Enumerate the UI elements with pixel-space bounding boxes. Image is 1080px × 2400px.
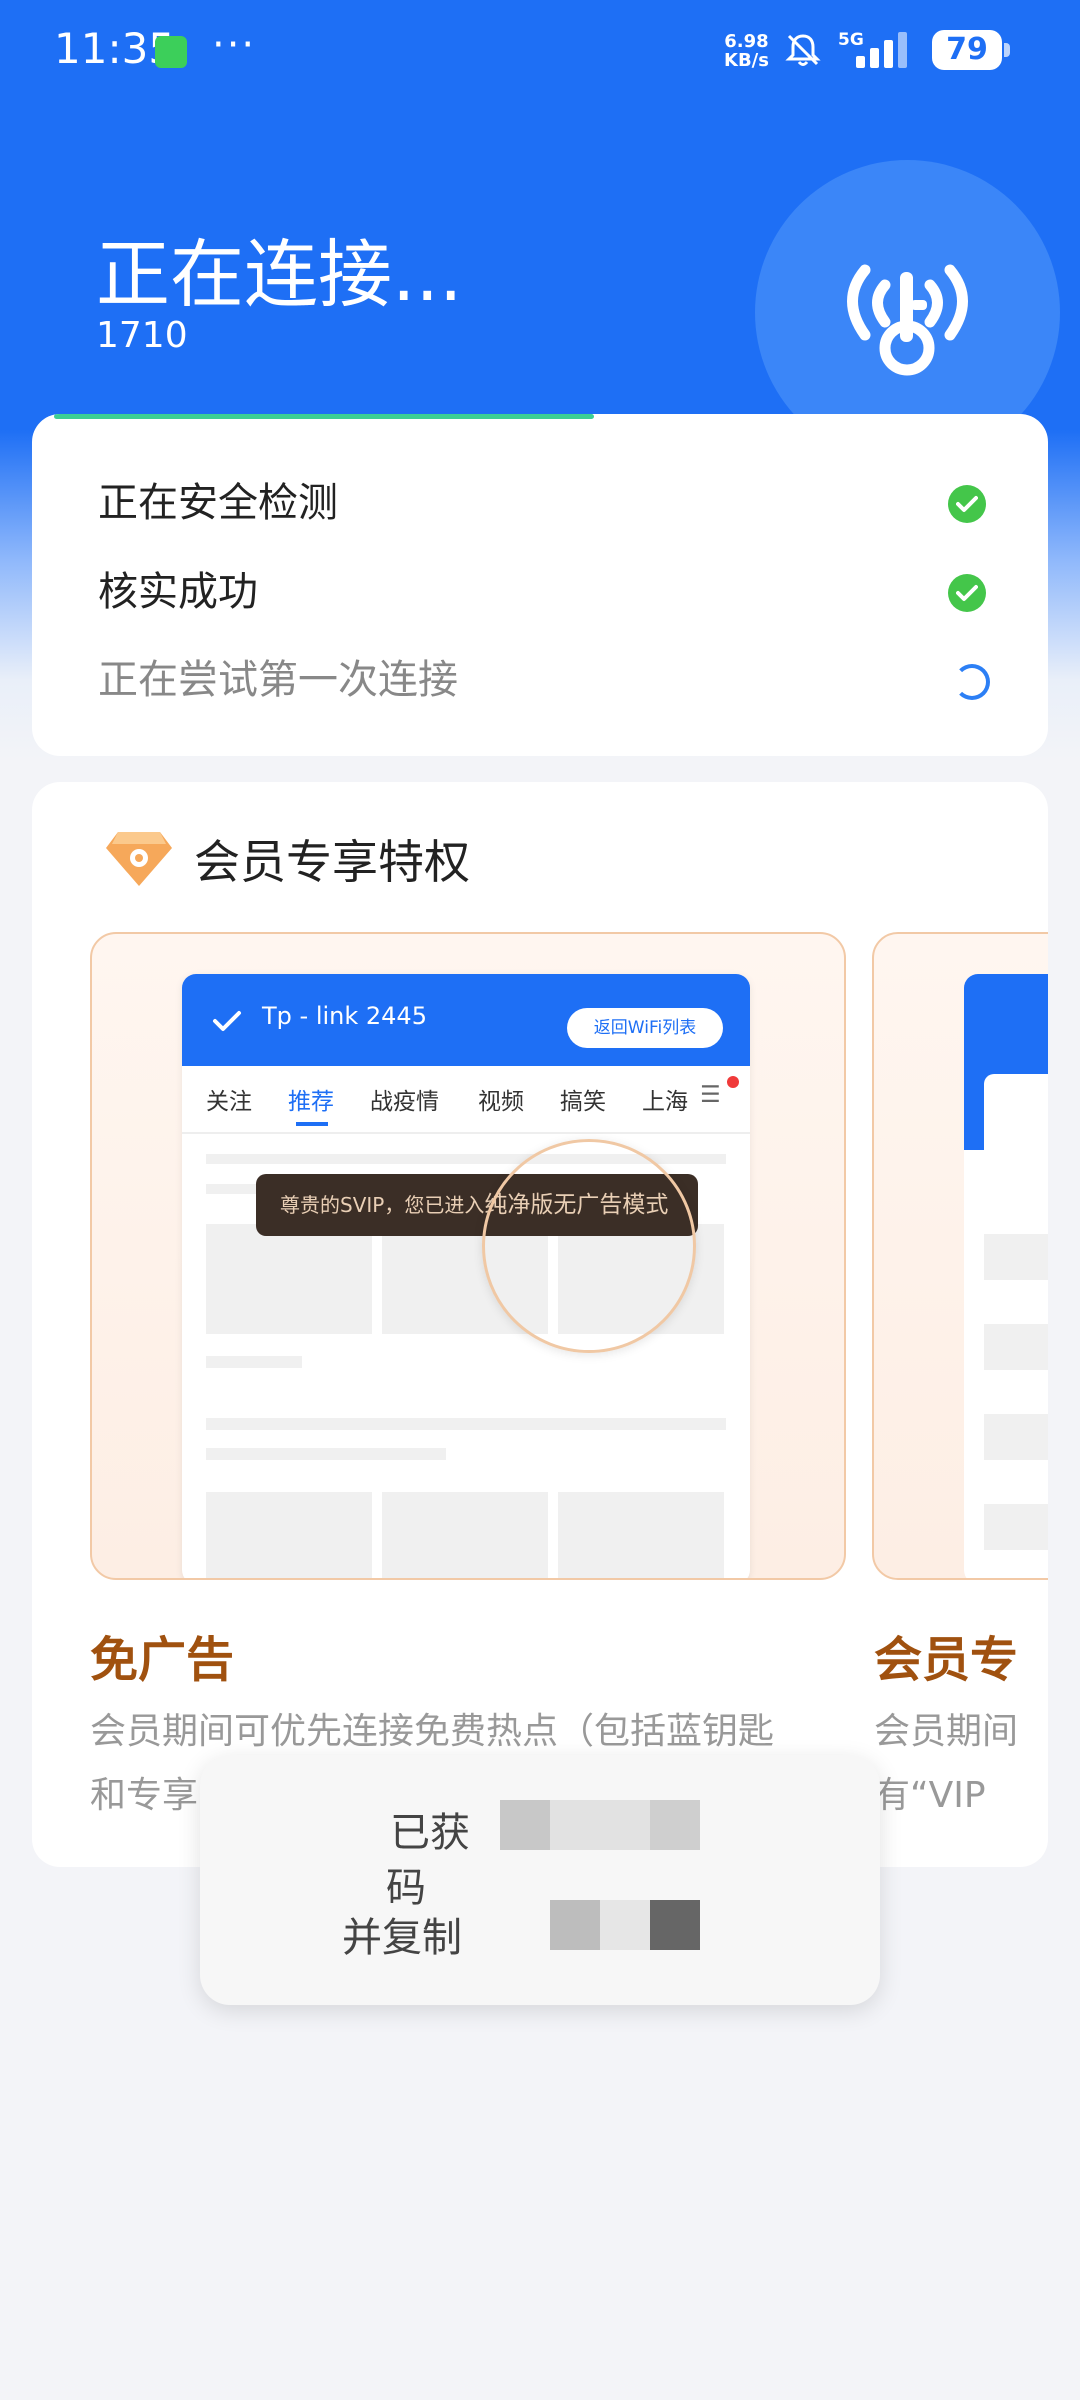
mock-tab: 上海 (642, 1089, 688, 1115)
feature-preview-mock (964, 974, 1048, 1578)
connection-steps-card: 正在安全检测 核实成功 正在尝试第一次连接 (32, 414, 1048, 756)
speed-unit: KB/s (724, 50, 769, 71)
check-mark-icon (213, 1011, 241, 1031)
vip-section-title: 会员专享特权 (194, 835, 470, 889)
mock-placeholder (206, 1418, 726, 1430)
feature-card-no-ads[interactable]: Tp - link 2445 返回WiFi列表 关注 推荐 战疫情 视频 搞笑 … (90, 932, 846, 1580)
mock-placeholder (206, 1356, 302, 1368)
mute-bell-icon (785, 34, 821, 66)
connection-progress-bar (54, 414, 594, 419)
mock-placeholder (984, 1504, 1048, 1550)
mock-tabs: 关注 推荐 战疫情 视频 搞笑 上海 ☰ (182, 1076, 750, 1118)
mock-divider (182, 1132, 750, 1134)
mock-tab: 关注 (206, 1089, 252, 1115)
mock-red-dot (727, 1076, 739, 1088)
mock-placeholder (558, 1492, 724, 1578)
more-notifications-icon: ··· (212, 22, 257, 68)
mock-menu-icon: ☰ (700, 1082, 721, 1108)
redacted-block (650, 1800, 700, 1850)
diamond-icon (106, 832, 172, 886)
feature-desc-vip: 会员期间 有“VIP (874, 1700, 1048, 1828)
feature-desc-line: 会员期间 (874, 1711, 1019, 1752)
mock-tab-active: 推荐 (288, 1089, 334, 1115)
mock-tab: 视频 (478, 1089, 524, 1115)
redacted-block (550, 1800, 650, 1850)
feature-card-vip-exclusive[interactable] (872, 932, 1048, 1580)
redacted-block (550, 1900, 600, 1950)
vpn-icon (155, 36, 187, 68)
magnifier-circle (482, 1139, 696, 1353)
vip-privileges-card: 会员专享特权 Tp - link 2445 返回WiFi列表 关注 推荐 战疫情… (32, 782, 1048, 1867)
page-subtitle: 1710 (96, 315, 188, 356)
check-icon (948, 485, 986, 523)
feature-name-vip: 会员专 (874, 1632, 1019, 1688)
mock-placeholder (206, 1492, 372, 1578)
feature-name-no-ads: 免广告 (90, 1632, 235, 1688)
redacted-block (650, 1900, 700, 1950)
mock-ssid: Tp - link 2445 (262, 1002, 427, 1030)
mock-placeholder (984, 1414, 1048, 1460)
tooltip-prefix: 尊贵的SVIP，您已进入 (280, 1193, 485, 1217)
toast-message: 已获 码 并复制 (200, 1755, 880, 2005)
speed-value: 6.98 (724, 31, 769, 52)
mock-tab: 战疫情 (370, 1089, 439, 1115)
redacted-block (500, 1800, 550, 1850)
redacted-block (600, 1900, 650, 1950)
mock-placeholder (382, 1492, 548, 1578)
signal-icon (856, 32, 907, 68)
network-speed: 6.98 KB/s (724, 32, 769, 70)
page-title: 正在连接... (96, 232, 463, 318)
loading-spinner-icon (954, 664, 990, 700)
feature-desc-line: 有“VIP (874, 1775, 986, 1816)
mock-placeholder (206, 1224, 372, 1334)
toast-line-1: 已获 (390, 1810, 470, 1856)
toast-line-3: 并复制 (342, 1915, 462, 1961)
battery-tip (1004, 43, 1010, 57)
wifi-key-icon (847, 264, 968, 376)
step-first-connect: 正在尝试第一次连接 (98, 657, 458, 703)
mock-header: Tp - link 2445 返回WiFi列表 (182, 974, 750, 1066)
step-verify-success: 核实成功 (98, 569, 258, 615)
battery-level: 79 (932, 30, 1002, 70)
mock-back-button: 返回WiFi列表 (567, 1008, 723, 1048)
check-icon (948, 574, 986, 612)
mock-placeholder (984, 1324, 1048, 1370)
mock-placeholder (206, 1448, 446, 1460)
status-bar: 11:35 ··· 6.98 KB/s 5G 79 (0, 0, 1080, 100)
step-security-check: 正在安全检测 (98, 480, 338, 526)
feature-preview-mock: Tp - link 2445 返回WiFi列表 关注 推荐 战疫情 视频 搞笑 … (182, 974, 750, 1578)
mock-panel (984, 1074, 1048, 1204)
mock-tab: 搞笑 (560, 1089, 606, 1115)
mock-placeholder (984, 1234, 1048, 1280)
mock-tab-underline (296, 1122, 328, 1126)
